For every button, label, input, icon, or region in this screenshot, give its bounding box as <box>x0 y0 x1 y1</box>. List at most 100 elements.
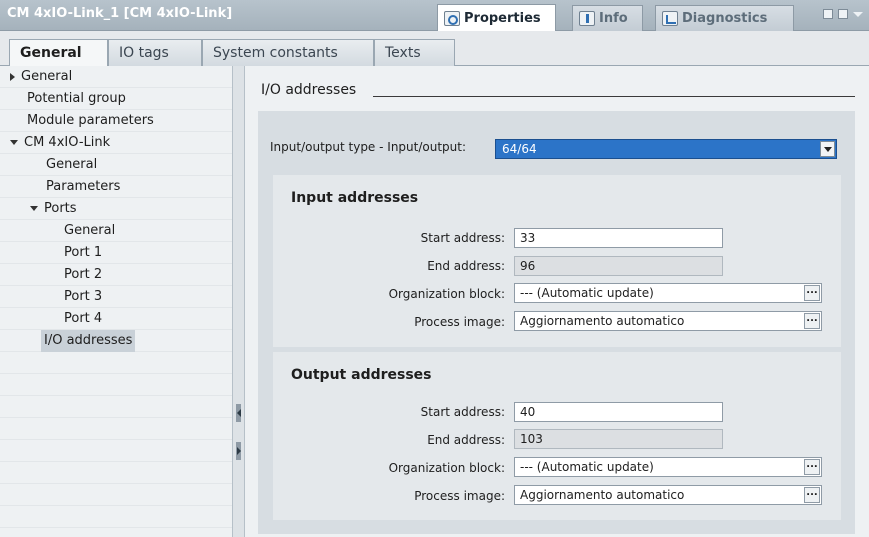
output-addresses-title: Output addresses <box>291 367 432 383</box>
tree-item-potential-group[interactable]: Potential group <box>27 88 126 110</box>
output-addresses-group: Output addresses Start address: 40 End a… <box>273 352 841 520</box>
tab-info[interactable]: Info <box>572 5 643 31</box>
tab-io-tags[interactable]: IO tags <box>108 39 202 66</box>
input-addresses-group: Input addresses Start address: 33 End ad… <box>273 175 841 347</box>
output-organization-block-field[interactable]: --- (Automatic update) ... <box>514 457 822 477</box>
section-title: I/O addresses <box>261 82 357 98</box>
tab-properties[interactable]: Properties <box>437 4 556 31</box>
tab-diagnostics[interactable]: Diagnostics <box>655 5 794 31</box>
tree-row-line <box>0 242 232 264</box>
tree-item-port-3[interactable]: Port 3 <box>64 286 102 308</box>
chevron-down-icon[interactable] <box>10 140 18 145</box>
tree-item-ports[interactable]: Ports <box>30 198 77 220</box>
tree-row-line <box>0 154 232 176</box>
tree-row-line <box>0 418 232 440</box>
section-divider <box>373 96 855 97</box>
tab-system-constants-label: System constants <box>213 45 338 61</box>
chevron-right-icon[interactable] <box>10 72 15 81</box>
tree-item-label: Ports <box>44 201 77 216</box>
tree-row-line <box>0 374 232 396</box>
output-organization-block-value: --- (Automatic update) <box>520 460 654 474</box>
tab-diagnostics-label: Diagnostics <box>682 11 768 26</box>
tab-info-label: Info <box>599 11 628 26</box>
input-organization-block-value: --- (Automatic update) <box>520 286 654 300</box>
tree-row-line <box>0 308 232 330</box>
properties-icon <box>444 10 460 26</box>
diagnostics-icon <box>662 11 678 26</box>
output-process-image-label: Process image: <box>414 489 505 503</box>
io-type-value: 64/64 <box>502 142 537 156</box>
tree-item-ports-general[interactable]: General <box>64 220 115 242</box>
tab-general-label: General <box>20 45 82 61</box>
tree-row-line <box>0 462 232 484</box>
browse-button[interactable]: ... <box>804 313 820 329</box>
navigation-tree: General Potential group Module parameter… <box>0 66 232 537</box>
input-start-address-field[interactable]: 33 <box>514 228 723 248</box>
tree-item-label: Port 1 <box>64 245 103 260</box>
tree-item-cm-general[interactable]: General <box>46 154 97 176</box>
chevron-down-icon[interactable] <box>30 206 38 211</box>
input-process-image-field[interactable]: Aggiornamento automatico ... <box>514 311 822 331</box>
expand-right-icon[interactable] <box>236 442 241 460</box>
input-process-image-value: Aggiornamento automatico <box>520 314 685 328</box>
tree-item-label: Potential group <box>27 91 126 106</box>
collapse-left-icon[interactable] <box>236 404 241 422</box>
tree-row-line <box>0 484 232 506</box>
input-organization-block-field[interactable]: --- (Automatic update) ... <box>514 283 822 303</box>
output-end-address-field: 103 <box>514 429 723 449</box>
maximize-icon[interactable] <box>838 9 848 19</box>
tab-texts-label: Texts <box>385 45 421 61</box>
input-process-image-label: Process image: <box>414 315 505 329</box>
tab-io-tags-label: IO tags <box>119 45 169 61</box>
tree-item-label: Port 3 <box>64 289 103 304</box>
output-start-address-field[interactable]: 40 <box>514 402 723 422</box>
tab-system-constants[interactable]: System constants <box>202 39 374 66</box>
tree-item-io-addresses[interactable]: I/O addresses <box>41 330 136 352</box>
browse-button[interactable]: ... <box>804 459 820 475</box>
tree-item-port-4[interactable]: Port 4 <box>64 308 102 330</box>
tree-item-label: General <box>21 69 73 84</box>
tree-row-line <box>0 220 232 242</box>
tree-item-label: General <box>46 157 98 172</box>
input-organization-block-label: Organization block: <box>388 287 505 301</box>
tab-general[interactable]: General <box>9 39 108 67</box>
tab-properties-label: Properties <box>464 10 541 26</box>
tree-row-line <box>0 264 232 286</box>
inspector-title-bar: CM 4xIO-Link_1 [CM 4xIO-Link] Properties… <box>0 0 869 31</box>
output-end-address-label: End address: <box>427 433 505 447</box>
panel-splitter[interactable] <box>232 66 245 537</box>
io-type-label: Input/output type - Input/output: <box>270 140 467 154</box>
tree-item-module-parameters[interactable]: Module parameters <box>27 110 154 132</box>
tab-texts[interactable]: Texts <box>374 39 455 66</box>
tree-item-label: Module parameters <box>27 113 154 128</box>
tree-item-cm-4xio-link[interactable]: CM 4xIO-Link <box>10 132 110 154</box>
properties-tab-row: General IO tags System constants Texts <box>0 31 869 67</box>
dropdown-arrow-icon[interactable] <box>820 141 835 157</box>
tree-item-port-1[interactable]: Port 1 <box>64 242 102 264</box>
chevron-down-icon[interactable] <box>853 12 863 22</box>
float-window-icon[interactable] <box>823 9 833 19</box>
tree-item-port-2[interactable]: Port 2 <box>64 264 102 286</box>
tree-item-label: CM 4xIO-Link <box>24 135 111 150</box>
tree-item-label: Port 2 <box>64 267 103 282</box>
window-controls <box>823 9 863 22</box>
properties-content: I/O addresses Input/output type - Input/… <box>245 66 869 537</box>
input-end-address-field: 96 <box>514 256 723 276</box>
info-icon <box>579 11 595 26</box>
tree-row-line <box>0 352 232 374</box>
tree-item-label: I/O addresses <box>44 333 133 348</box>
browse-button[interactable]: ... <box>804 285 820 301</box>
output-process-image-field[interactable]: Aggiornamento automatico ... <box>514 485 822 505</box>
tree-item-label: Parameters <box>46 179 121 194</box>
tree-row-line <box>0 440 232 462</box>
tree-item-general[interactable]: General <box>10 66 72 88</box>
io-type-dropdown[interactable]: 64/64 <box>495 139 837 159</box>
input-start-address-label: Start address: <box>420 231 505 245</box>
output-organization-block-label: Organization block: <box>388 461 505 475</box>
input-end-address-label: End address: <box>427 259 505 273</box>
tree-item-parameters[interactable]: Parameters <box>46 176 120 198</box>
tree-row-line <box>0 286 232 308</box>
browse-button[interactable]: ... <box>804 487 820 503</box>
tree-row-line <box>0 396 232 418</box>
output-start-address-label: Start address: <box>420 405 505 419</box>
